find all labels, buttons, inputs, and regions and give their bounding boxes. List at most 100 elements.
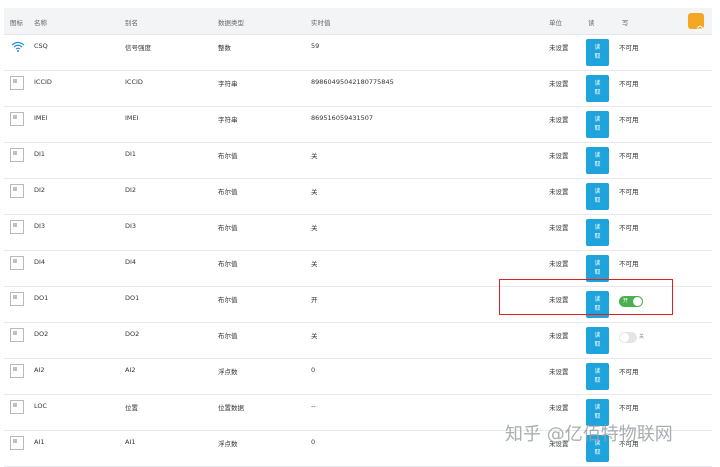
settings-button[interactable]: ⚙ [688,13,704,35]
point-alias: DI4 [125,258,137,266]
write-status: 不可用 [619,44,639,52]
point-value: 869516059431507 [311,114,374,122]
point-unit: 未设置 [549,332,569,340]
data-points-table: 图标 名称 别名 数据类型 实时值 单位 读 写 ⚙ CSQ 信号强度 整数 59 未设… [4,8,712,467]
point-unit: 未设置 [549,152,569,160]
point-type: 字符串 [218,80,238,88]
point-alias: AI2 [125,366,136,374]
point-alias: DI2 [125,186,137,194]
read-button[interactable]: 读 取 [586,363,609,390]
header-flag: 图标 [10,19,23,27]
image-placeholder-icon [10,400,24,414]
point-alias: DI1 [125,150,137,158]
point-alias: 信号强度 [125,44,151,52]
table-row: IMEI IMEI 字符串 869516059431507 未设置 读 取 不可用 [4,107,712,143]
point-alias: ICCID [125,78,143,86]
point-type: 布尔值 [218,260,238,268]
point-value: -- [311,402,316,410]
point-name: LOC [34,402,48,410]
table-header: 图标 名称 别名 数据类型 实时值 单位 读 写 ⚙ [4,8,712,35]
wifi-signal-icon [11,41,25,54]
read-button[interactable]: 读 取 [586,75,609,102]
point-alias: DO1 [125,294,140,302]
header-read: 读 [588,19,595,27]
read-button[interactable]: 读 取 [586,219,609,246]
point-type: 整数 [218,44,231,52]
table-row: DI3 DI3 布尔值 关 未设置 读 取 不可用 [4,215,712,251]
point-name: ICCID [34,78,52,86]
table-body: CSQ 信号强度 整数 59 未设置读 取不可用 ICCID ICCID 字符串 8986049… [4,35,712,467]
header-write: 写 [622,19,629,27]
point-name: DI1 [34,150,46,158]
read-button[interactable]: 读 取 [586,183,609,210]
write-status: 不可用 [619,260,639,268]
image-placeholder-icon [10,184,24,198]
point-type: 布尔值 [218,332,238,340]
point-value: 0 [311,438,316,446]
point-alias: 位置 [125,404,138,412]
image-placeholder-icon [10,112,24,126]
point-type: 位置数据 [218,404,244,412]
point-type: 布尔值 [218,188,238,196]
header-name: 名称 [34,19,47,27]
point-alias: DI3 [125,222,137,230]
write-status: 不可用 [619,80,639,88]
point-alias: DO2 [125,330,140,338]
point-value: 关 [311,224,318,232]
point-value: 关 [311,332,318,340]
point-unit: 未设置 [549,404,569,412]
point-type: 布尔值 [218,224,238,232]
point-value: 0 [311,366,316,374]
read-button[interactable]: 读 取 [586,111,609,138]
header-alias: 别名 [125,19,138,27]
point-name: CSQ [34,42,48,50]
image-placeholder-icon [10,328,24,342]
write-status: 不可用 [619,188,639,196]
image-placeholder-icon [10,436,24,450]
image-placeholder-icon [10,364,24,378]
point-value: 关 [311,260,318,268]
read-button[interactable]: 读 取 [586,255,609,282]
point-name: DI4 [34,258,46,266]
read-button[interactable]: 读 取 [586,147,609,174]
point-alias: IMEI [125,114,139,122]
point-value: 关 [311,152,318,160]
header-unit: 单位 [549,19,562,27]
watermark: 知乎 @亿佰特物联网 [505,424,673,445]
point-name: DO1 [34,294,49,302]
read-button[interactable]: 读 取 [586,39,609,66]
image-placeholder-icon [10,220,24,234]
point-name: AI2 [34,366,45,374]
table-row: ICCID ICCID 字符串 89860495042180775845 未设置 读 取 不… [4,71,712,107]
point-name: IMEI [34,114,48,122]
write-toggle-off[interactable]: 关 [619,332,644,343]
point-alias: AI1 [125,438,136,446]
point-type: 浮点数 [218,440,238,448]
image-placeholder-icon [10,256,24,270]
point-type: 字符串 [218,116,238,124]
point-unit: 未设置 [549,224,569,232]
read-button[interactable]: 读 取 [586,327,609,354]
table-row: DI2 DI2 布尔值 关 未设置 读 取 不可用 [4,179,712,215]
point-name: DO2 [34,330,49,338]
point-type: 浮点数 [218,368,238,376]
point-unit: 未设置 [549,260,569,268]
point-name: DI2 [34,186,46,194]
table-row: CSQ 信号强度 整数 59 未设置 读 取 不可用 [4,35,712,71]
image-placeholder-icon [10,148,24,162]
point-unit: 未设置 [549,44,569,52]
point-unit: 未设置 [549,80,569,88]
point-value: 89860495042180775845 [311,78,394,86]
table-row: AI2 AI2 浮点数 0 未设置 读 取 不可用 [4,359,712,395]
highlight-box [499,279,673,315]
table-row: DO2 DO2 布尔值关未设置读 取关 [4,323,712,359]
point-value: 59 [311,42,320,50]
point-name: AI1 [34,438,45,446]
image-placeholder-icon [10,292,24,306]
write-status: 不可用 [619,224,639,232]
point-name: DI3 [34,222,46,230]
header-type: 数据类型 [218,19,244,27]
header-value: 实时值 [311,19,331,27]
write-status: 不可用 [619,404,639,412]
write-status: 不可用 [619,368,639,376]
